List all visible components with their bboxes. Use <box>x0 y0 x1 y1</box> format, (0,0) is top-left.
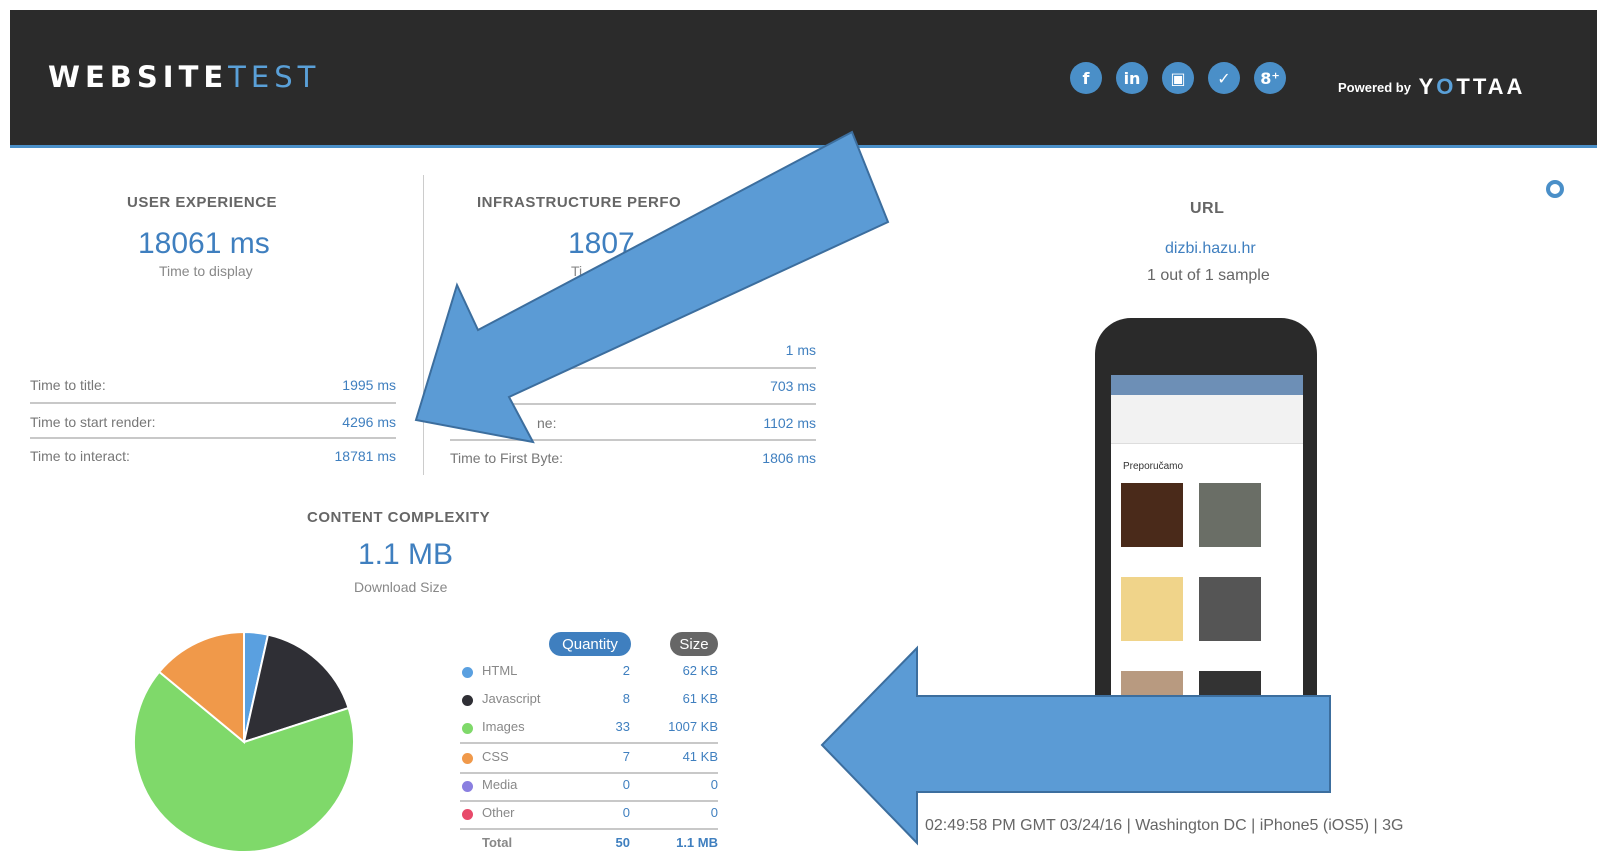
annotation-arrow-up-left <box>414 130 890 444</box>
annotation-overlay <box>414 130 1331 846</box>
annotation-arrow-left <box>820 645 1331 846</box>
